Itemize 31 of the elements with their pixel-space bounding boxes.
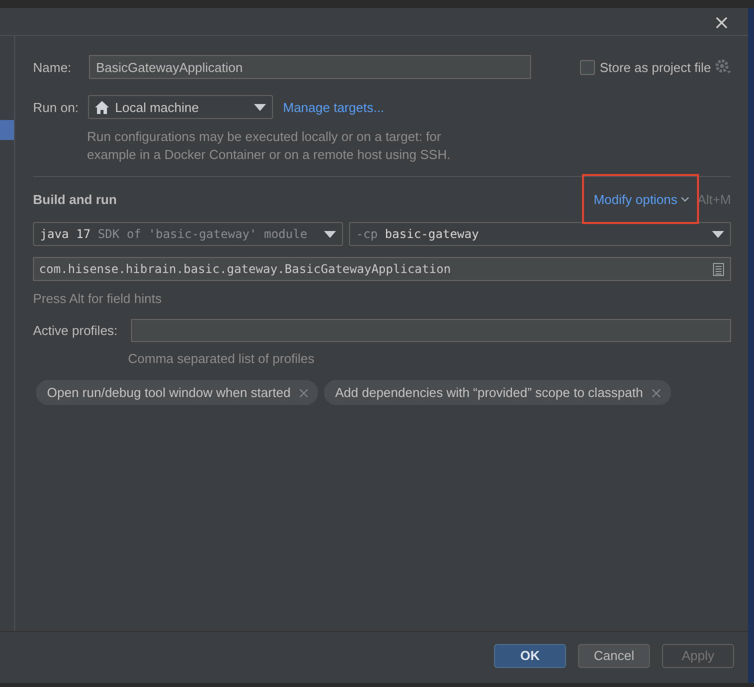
option-tag: Open run/debug tool window when started ×	[36, 380, 318, 405]
chevron-icon	[681, 197, 690, 202]
target-dropdown[interactable]: Local machine	[88, 95, 273, 119]
classpath-dropdown[interactable]: -cp basic-gateway	[349, 222, 731, 246]
close-button[interactable]: ×	[709, 12, 734, 32]
hint-text: Run configurations may be executed locally or on a target: for example in a Docker Container or on a remote host using SSH.	[87, 128, 452, 164]
option-tag: Add dependencies with “provided” scope to classpath ×	[324, 380, 671, 405]
caret-icon	[254, 104, 266, 110]
modify-options-link[interactable]: Modify options	[594, 192, 690, 206]
house-icon	[95, 100, 109, 114]
hint-text: Press Alt for field hints	[33, 290, 163, 308]
section-title: Build and run	[33, 192, 118, 206]
jre-dropdown[interactable]: java 17 SDK of 'basic-gateway' module	[33, 222, 343, 246]
caret-icon	[712, 230, 724, 238]
active-profiles-label: Active profiles:	[33, 323, 119, 338]
active-profiles-field[interactable]	[131, 319, 731, 342]
document-icon	[713, 262, 724, 276]
dialog-button: Apply	[662, 644, 734, 668]
checkbox[interactable]	[580, 60, 595, 74]
run-on-label: Run on:	[33, 100, 80, 114]
caret-icon	[324, 230, 336, 238]
dialog-button[interactable]: OK	[494, 644, 566, 668]
dialog-button[interactable]: Cancel	[578, 644, 650, 668]
selected-sidebar-item[interactable]	[0, 120, 14, 140]
name-field[interactable]: BasicGatewayApplication	[89, 55, 531, 79]
hint-text: Comma separated list of profiles	[128, 350, 316, 368]
gear-icon	[715, 59, 731, 75]
main-class-field[interactable]: com.hisense.hibrain.basic.gateway.BasicGatewayApplication	[33, 257, 731, 281]
checkbox-label: Store as project file	[600, 60, 711, 74]
manage-targets-link[interactable]: Manage targets...	[283, 100, 384, 114]
name-label: Name:	[33, 60, 72, 74]
